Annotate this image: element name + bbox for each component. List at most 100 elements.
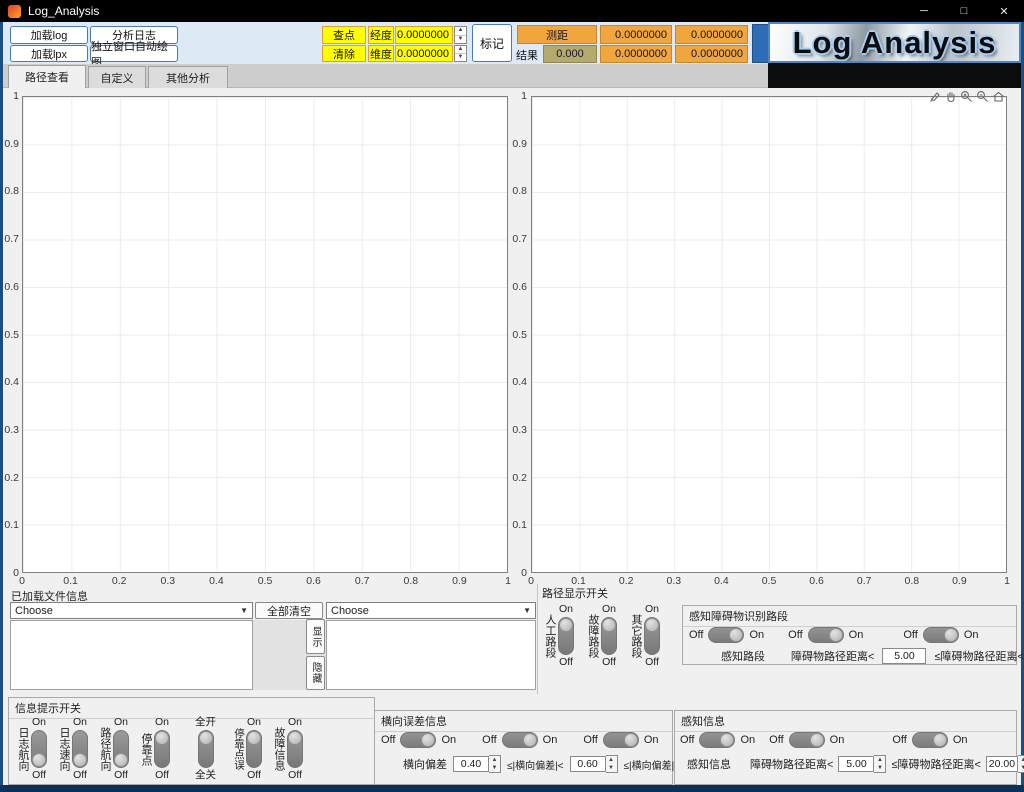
- lateral-dev-stepper[interactable]: 0.40 ▲▼: [453, 755, 501, 773]
- panel-title: 感知信息: [675, 711, 1016, 732]
- x-tick-label: 0.2: [112, 575, 127, 587]
- rocker-path-heading[interactable]: 路径航向 On Off: [99, 716, 129, 782]
- hide-button[interactable]: 隐藏: [306, 656, 325, 690]
- lateral-range-stepper[interactable]: 0.60 ▲▼: [570, 755, 618, 773]
- right-plot-axes[interactable]: [531, 96, 1007, 573]
- dist1-field[interactable]: 5.00: [882, 648, 926, 664]
- maximize-button[interactable]: □: [944, 0, 984, 22]
- obstacle-dist2-switch[interactable]: OffOn: [903, 627, 978, 643]
- lateral-switch-3[interactable]: OffOn: [583, 732, 658, 748]
- lateral-range-label: ≤|横向偏差|<: [507, 757, 564, 772]
- minimize-button[interactable]: ─: [904, 0, 944, 22]
- file-dropdown-right[interactable]: Choose▼: [326, 602, 536, 619]
- measure-button[interactable]: 测距: [517, 25, 597, 44]
- zoom-out-icon[interactable]: [976, 90, 989, 103]
- rocker-stop-point-error[interactable]: 停靠点误 On Off: [233, 716, 262, 782]
- tab-path-view[interactable]: 路径查看: [8, 65, 86, 88]
- x-tick-label: 0: [19, 575, 25, 587]
- result-label: 结果: [516, 47, 538, 63]
- result-field[interactable]: 0.000: [543, 45, 597, 63]
- rocker-all-on-off[interactable]: 全开 全关: [195, 716, 216, 782]
- x-tick-label: 0.5: [258, 575, 273, 587]
- rocker-handle[interactable]: [72, 730, 88, 768]
- measure-field-r2c1[interactable]: 0.0000000: [600, 45, 672, 63]
- latitude-field[interactable]: 0.0000000: [395, 45, 453, 62]
- left-plot-axes[interactable]: [22, 96, 508, 573]
- tab-other-analysis[interactable]: 其他分析: [148, 66, 228, 88]
- left-plot-xticks: 00.10.20.30.40.50.60.70.80.91: [22, 575, 508, 587]
- spinner-down-icon[interactable]: ▼: [455, 36, 466, 44]
- mark-button[interactable]: 标记: [472, 24, 512, 62]
- brush-icon[interactable]: [928, 90, 941, 103]
- perception-info-label: 感知信息: [687, 756, 731, 772]
- perception-info-switch-3[interactable]: OffOn: [892, 732, 967, 748]
- spinner-up-icon: ▲: [489, 756, 500, 764]
- perception-info-switch-1[interactable]: OffOn: [680, 732, 755, 748]
- rocker-manual-segment[interactable]: 人工路段 On Off: [544, 603, 574, 669]
- pi-d2-stepper[interactable]: 20.00 ▲▼: [986, 755, 1024, 773]
- rocker-fault-segment[interactable]: 故障路段 On Off: [587, 603, 617, 669]
- perception-segment-switch[interactable]: OffOn: [689, 627, 764, 643]
- rocker-handle[interactable]: [644, 617, 660, 655]
- path-display-label: 路径显示开关: [542, 585, 608, 601]
- rocker-other-segment[interactable]: 其它路段 On Off: [630, 603, 660, 669]
- spinner-down-icon[interactable]: ▼: [455, 54, 466, 61]
- y-tick-label: 0.4: [512, 376, 527, 388]
- longitude-stepper[interactable]: ▲▼: [454, 26, 467, 44]
- measure-field-r1c2[interactable]: 0.0000000: [675, 25, 748, 44]
- spinner-down-icon: ▼: [1018, 764, 1024, 772]
- measure-field-r2c2[interactable]: 0.0000000: [675, 45, 748, 63]
- clear-point-button[interactable]: 清除: [322, 45, 366, 62]
- tab-strip: 路径查看 自定义 其他分析: [3, 64, 768, 88]
- file-dropdown-left[interactable]: Choose▼: [10, 602, 253, 619]
- check-point-button[interactable]: 查点: [322, 26, 366, 44]
- obstacle-dist1-switch[interactable]: OffOn: [788, 627, 863, 643]
- rocker-handle[interactable]: [154, 730, 170, 768]
- x-tick-label: 0.7: [355, 575, 370, 587]
- tab-custom[interactable]: 自定义: [88, 66, 146, 88]
- file-listbox-left[interactable]: [10, 620, 253, 690]
- spinner-up-icon[interactable]: ▲: [455, 46, 466, 54]
- lateral-switch-2[interactable]: OffOn: [482, 732, 557, 748]
- x-tick-label: 0.7: [857, 575, 872, 587]
- y-tick-label: 0.7: [4, 233, 19, 245]
- auto-plot-window-button[interactable]: 独立窗口自动绘图: [90, 45, 178, 62]
- measure-field-r1c1[interactable]: 0.0000000: [600, 25, 672, 44]
- load-lpx-button[interactable]: 加载lpx: [10, 45, 88, 62]
- pan-hand-icon[interactable]: [944, 90, 957, 103]
- perception-info-switch-2[interactable]: OffOn: [769, 732, 844, 748]
- rocker-handle[interactable]: [246, 730, 262, 768]
- load-log-button[interactable]: 加载log: [10, 26, 88, 44]
- show-button[interactable]: 显示: [306, 619, 325, 654]
- banner-title: Log Analysis: [793, 25, 997, 61]
- longitude-field[interactable]: 0.0000000: [395, 26, 453, 44]
- lateral-switch-1[interactable]: OffOn: [381, 732, 456, 748]
- right-plot-yticks: 10.90.80.70.60.50.40.30.20.10: [510, 96, 529, 573]
- rocker-handle[interactable]: [558, 617, 574, 655]
- spinner-up-icon[interactable]: ▲: [455, 27, 466, 36]
- clear-all-button[interactable]: 全部清空: [255, 602, 323, 619]
- close-button[interactable]: ✕: [984, 0, 1024, 22]
- rocker-stop-point[interactable]: 停靠点 On Off: [140, 716, 170, 782]
- x-tick-label: 0.2: [619, 575, 634, 587]
- panel-title: 横向误差信息: [375, 711, 672, 732]
- rocker-handle[interactable]: [601, 617, 617, 655]
- rocker-handle[interactable]: [287, 730, 303, 768]
- rocker-handle[interactable]: [113, 730, 129, 768]
- file-listbox-right[interactable]: [326, 620, 536, 690]
- zoom-in-icon[interactable]: [960, 90, 973, 103]
- rocker-log-heading[interactable]: 日志航向 On Off: [17, 716, 47, 782]
- rocker-fault-info[interactable]: 故障信息 On Off: [273, 716, 303, 782]
- rocker-handle[interactable]: [198, 730, 214, 768]
- info-switch-panel: 信息提示开关 日志航向 On Off 日志速向 On Off 路径航向 On: [8, 697, 375, 785]
- spinner-down-icon: ▼: [606, 764, 617, 772]
- y-tick-label: 0.3: [512, 424, 527, 436]
- home-icon[interactable]: [992, 90, 1005, 103]
- rocker-log-speed-dir[interactable]: 日志速向 On Off: [58, 716, 88, 782]
- divider: [537, 584, 538, 694]
- x-tick-label: 0.4: [714, 575, 729, 587]
- rocker-handle[interactable]: [31, 730, 47, 768]
- pi-d1-stepper[interactable]: 5.00 ▲▼: [838, 755, 886, 773]
- chevron-down-icon: ▼: [523, 606, 531, 615]
- latitude-stepper[interactable]: ▲▼: [454, 45, 467, 62]
